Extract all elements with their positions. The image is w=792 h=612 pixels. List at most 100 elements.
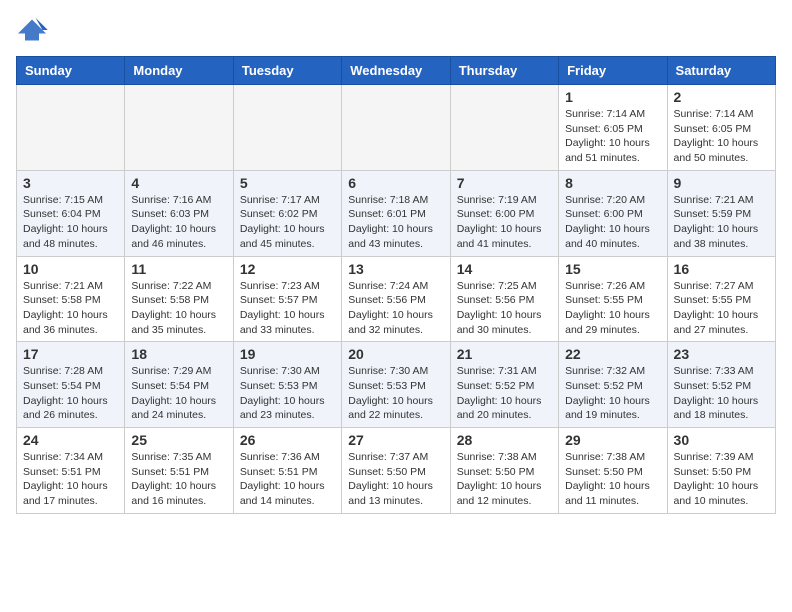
calendar-cell: 22 Sunrise: 7:32 AMSunset: 5:52 PMDayligh… (559, 342, 667, 428)
calendar-cell (233, 85, 341, 171)
day-info: Sunrise: 7:30 AMSunset: 5:53 PMDaylight:… (240, 364, 335, 423)
weekday-header: Sunday (17, 57, 125, 85)
calendar-week-row: 3 Sunrise: 7:15 AMSunset: 6:04 PMDaylight… (17, 170, 776, 256)
day-number: 26 (240, 432, 335, 448)
weekday-header: Wednesday (342, 57, 450, 85)
day-info: Sunrise: 7:19 AMSunset: 6:00 PMDaylight:… (457, 193, 552, 252)
calendar-cell (450, 85, 558, 171)
day-info: Sunrise: 7:22 AMSunset: 5:58 PMDaylight:… (131, 279, 226, 338)
day-info: Sunrise: 7:26 AMSunset: 5:55 PMDaylight:… (565, 279, 660, 338)
weekday-header: Monday (125, 57, 233, 85)
day-info: Sunrise: 7:27 AMSunset: 5:55 PMDaylight:… (674, 279, 769, 338)
day-number: 19 (240, 346, 335, 362)
day-info: Sunrise: 7:14 AMSunset: 6:05 PMDaylight:… (674, 107, 769, 166)
day-number: 25 (131, 432, 226, 448)
day-info: Sunrise: 7:17 AMSunset: 6:02 PMDaylight:… (240, 193, 335, 252)
day-info: Sunrise: 7:25 AMSunset: 5:56 PMDaylight:… (457, 279, 552, 338)
day-number: 6 (348, 175, 443, 191)
calendar-cell: 14 Sunrise: 7:25 AMSunset: 5:56 PMDayligh… (450, 256, 558, 342)
day-info: Sunrise: 7:15 AMSunset: 6:04 PMDaylight:… (23, 193, 118, 252)
day-number: 10 (23, 261, 118, 277)
calendar-cell: 23 Sunrise: 7:33 AMSunset: 5:52 PMDayligh… (667, 342, 775, 428)
weekday-header: Saturday (667, 57, 775, 85)
day-number: 20 (348, 346, 443, 362)
day-info: Sunrise: 7:31 AMSunset: 5:52 PMDaylight:… (457, 364, 552, 423)
calendar-week-row: 24 Sunrise: 7:34 AMSunset: 5:51 PMDayligh… (17, 428, 776, 514)
day-number: 5 (240, 175, 335, 191)
day-info: Sunrise: 7:18 AMSunset: 6:01 PMDaylight:… (348, 193, 443, 252)
day-info: Sunrise: 7:20 AMSunset: 6:00 PMDaylight:… (565, 193, 660, 252)
day-info: Sunrise: 7:21 AMSunset: 5:58 PMDaylight:… (23, 279, 118, 338)
calendar-cell: 11 Sunrise: 7:22 AMSunset: 5:58 PMDayligh… (125, 256, 233, 342)
day-number: 18 (131, 346, 226, 362)
day-number: 15 (565, 261, 660, 277)
calendar-cell: 16 Sunrise: 7:27 AMSunset: 5:55 PMDayligh… (667, 256, 775, 342)
calendar-cell: 3 Sunrise: 7:15 AMSunset: 6:04 PMDaylight… (17, 170, 125, 256)
logo-icon (16, 16, 48, 44)
day-number: 22 (565, 346, 660, 362)
day-info: Sunrise: 7:14 AMSunset: 6:05 PMDaylight:… (565, 107, 660, 166)
day-info: Sunrise: 7:35 AMSunset: 5:51 PMDaylight:… (131, 450, 226, 509)
day-number: 14 (457, 261, 552, 277)
page-header (16, 16, 776, 44)
calendar-cell: 17 Sunrise: 7:28 AMSunset: 5:54 PMDayligh… (17, 342, 125, 428)
calendar-cell: 27Sunrise: 7:37 AMSunset: 5:50 PMDayligh… (342, 428, 450, 514)
calendar-cell: 26Sunrise: 7:36 AMSunset: 5:51 PMDayligh… (233, 428, 341, 514)
day-number: 12 (240, 261, 335, 277)
calendar-cell: 19 Sunrise: 7:30 AMSunset: 5:53 PMDayligh… (233, 342, 341, 428)
day-number: 3 (23, 175, 118, 191)
day-number: 17 (23, 346, 118, 362)
calendar-cell: 28 Sunrise: 7:38 AMSunset: 5:50 PMDayligh… (450, 428, 558, 514)
day-info: Sunrise: 7:28 AMSunset: 5:54 PMDaylight:… (23, 364, 118, 423)
calendar-cell: 20 Sunrise: 7:30 AMSunset: 5:53 PMDayligh… (342, 342, 450, 428)
day-number: 2 (674, 89, 769, 105)
day-number: 8 (565, 175, 660, 191)
day-number: 30 (674, 432, 769, 448)
calendar-cell: 30 Sunrise: 7:39 AMSunset: 5:50 PMDayligh… (667, 428, 775, 514)
day-number: 4 (131, 175, 226, 191)
day-number: 16 (674, 261, 769, 277)
day-info: Sunrise: 7:33 AMSunset: 5:52 PMDaylight:… (674, 364, 769, 423)
day-number: 28 (457, 432, 552, 448)
calendar-cell: 21 Sunrise: 7:31 AMSunset: 5:52 PMDayligh… (450, 342, 558, 428)
calendar-cell: 8 Sunrise: 7:20 AMSunset: 6:00 PMDaylight… (559, 170, 667, 256)
day-info: Sunrise: 7:21 AMSunset: 5:59 PMDaylight:… (674, 193, 769, 252)
weekday-header: Tuesday (233, 57, 341, 85)
calendar-cell: 29 Sunrise: 7:38 AMSunset: 5:50 PMDayligh… (559, 428, 667, 514)
day-info: Sunrise: 7:38 AMSunset: 5:50 PMDaylight:… (457, 450, 552, 509)
day-info: Sunrise: 7:34 AMSunset: 5:51 PMDaylight:… (23, 450, 118, 509)
calendar-cell: 2 Sunrise: 7:14 AMSunset: 6:05 PMDaylight… (667, 85, 775, 171)
calendar-week-row: 1 Sunrise: 7:14 AMSunset: 6:05 PMDaylight… (17, 85, 776, 171)
day-number: 21 (457, 346, 552, 362)
day-number: 27 (348, 432, 443, 448)
day-number: 24 (23, 432, 118, 448)
calendar-week-row: 17 Sunrise: 7:28 AMSunset: 5:54 PMDayligh… (17, 342, 776, 428)
day-info: Sunrise: 7:24 AMSunset: 5:56 PMDaylight:… (348, 279, 443, 338)
calendar-week-row: 10 Sunrise: 7:21 AMSunset: 5:58 PMDayligh… (17, 256, 776, 342)
day-info: Sunrise: 7:32 AMSunset: 5:52 PMDaylight:… (565, 364, 660, 423)
calendar-cell: 18 Sunrise: 7:29 AMSunset: 5:54 PMDayligh… (125, 342, 233, 428)
day-number: 1 (565, 89, 660, 105)
calendar-table: SundayMondayTuesdayWednesdayThursdayFrid… (16, 56, 776, 514)
day-info: Sunrise: 7:16 AMSunset: 6:03 PMDaylight:… (131, 193, 226, 252)
calendar-cell: 15 Sunrise: 7:26 AMSunset: 5:55 PMDayligh… (559, 256, 667, 342)
calendar-cell: 1 Sunrise: 7:14 AMSunset: 6:05 PMDaylight… (559, 85, 667, 171)
day-info: Sunrise: 7:23 AMSunset: 5:57 PMDaylight:… (240, 279, 335, 338)
day-number: 9 (674, 175, 769, 191)
day-number: 23 (674, 346, 769, 362)
calendar-cell: 5 Sunrise: 7:17 AMSunset: 6:02 PMDaylight… (233, 170, 341, 256)
logo (16, 16, 52, 44)
calendar-cell: 7 Sunrise: 7:19 AMSunset: 6:00 PMDaylight… (450, 170, 558, 256)
calendar-cell (17, 85, 125, 171)
calendar-cell: 12 Sunrise: 7:23 AMSunset: 5:57 PMDayligh… (233, 256, 341, 342)
day-number: 7 (457, 175, 552, 191)
calendar-cell: 6 Sunrise: 7:18 AMSunset: 6:01 PMDaylight… (342, 170, 450, 256)
day-info: Sunrise: 7:29 AMSunset: 5:54 PMDaylight:… (131, 364, 226, 423)
day-info: Sunrise: 7:39 AMSunset: 5:50 PMDaylight:… (674, 450, 769, 509)
day-info: Sunrise: 7:30 AMSunset: 5:53 PMDaylight:… (348, 364, 443, 423)
calendar-cell: 9 Sunrise: 7:21 AMSunset: 5:59 PMDaylight… (667, 170, 775, 256)
day-number: 11 (131, 261, 226, 277)
calendar-cell (342, 85, 450, 171)
day-info: Sunrise: 7:38 AMSunset: 5:50 PMDaylight:… (565, 450, 660, 509)
day-number: 29 (565, 432, 660, 448)
